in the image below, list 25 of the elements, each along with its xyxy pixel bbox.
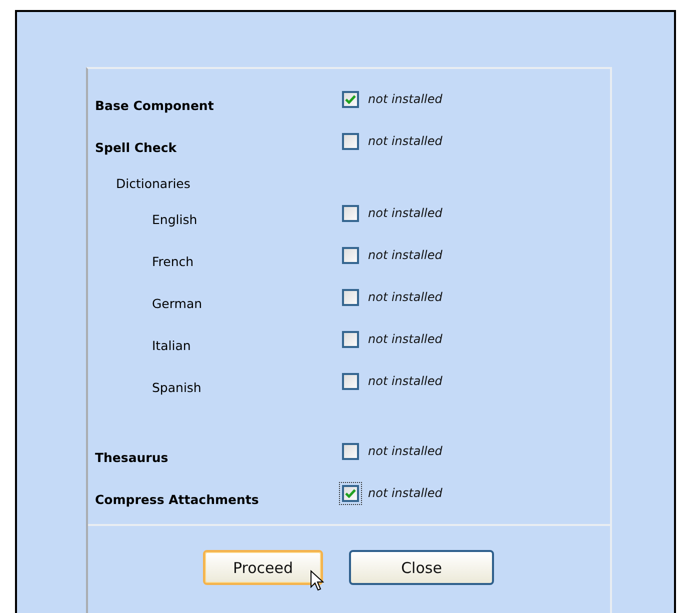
install-status: not installed	[368, 332, 442, 346]
component-label: Spanish	[152, 378, 202, 394]
component-label: Compress Attachments	[95, 490, 260, 506]
component-label: German	[152, 294, 204, 310]
component-label: Dictionaries	[116, 174, 192, 190]
install-status: not installed	[368, 206, 442, 220]
dialog-button[interactable]: Proceed	[203, 550, 323, 585]
checkmark-icon	[345, 94, 356, 104]
install-status: not installed	[368, 374, 442, 388]
mouse-pointer-icon	[310, 570, 324, 592]
install-status: not installed	[368, 248, 442, 262]
checkmark-icon	[345, 488, 356, 498]
component-label: French	[152, 252, 195, 268]
install-status: not installed	[368, 290, 442, 304]
install-status: not installed	[368, 92, 442, 106]
dialog-button[interactable]: Close	[349, 550, 494, 585]
component-label: Spell Check	[95, 138, 178, 154]
component-label: Base Component	[95, 96, 215, 112]
install-status: not installed	[368, 486, 442, 500]
install-status: not installed	[368, 134, 442, 148]
component-label: Thesaurus	[95, 448, 170, 464]
component-label: English	[152, 210, 198, 226]
checkbox[interactable]	[339, 482, 362, 504]
component-label: Italian	[152, 336, 192, 352]
install-status: not installed	[368, 444, 442, 458]
